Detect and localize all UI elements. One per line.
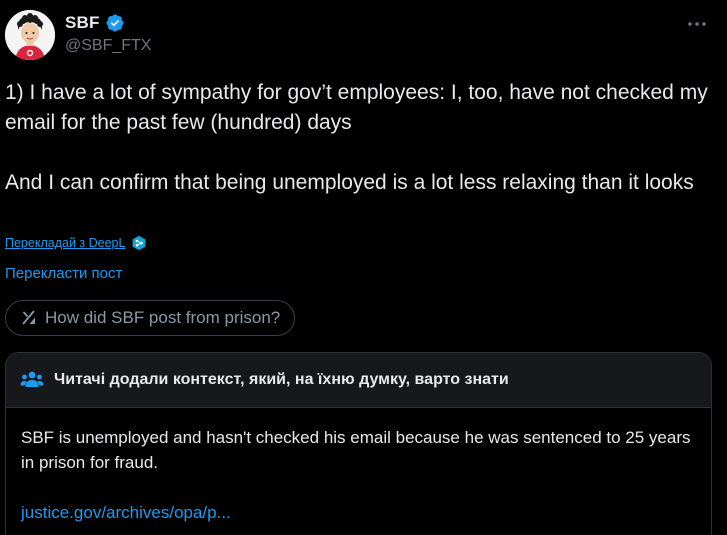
community-note-header: Читачі додали контекст, який, на їхню ду… xyxy=(6,353,711,408)
name-row: SBF xyxy=(65,13,125,33)
post-page: SBF @SBF_FTX 1) I have a lot of sympathy… xyxy=(0,0,727,535)
community-note-title: Читачі додали контекст, який, на їхню ду… xyxy=(54,371,509,388)
grok-question-button[interactable]: How did SBF post from prison? xyxy=(5,300,296,336)
post-paragraph-1: 1) I have a lot of sympathy for gov’t em… xyxy=(5,81,708,134)
people-icon xyxy=(20,371,44,387)
more-dots-icon xyxy=(688,22,706,26)
verified-badge-icon xyxy=(106,14,124,32)
avatar-cartoon-icon xyxy=(5,10,55,60)
community-note-source-link[interactable]: justice.gov/archives/opa/p... xyxy=(21,500,695,525)
community-note: Читачі додали контекст, який, на їхню ду… xyxy=(5,352,712,535)
deepl-translate-row: Перекладай з DeepL xyxy=(5,235,147,251)
user-handle[interactable]: @SBF_FTX xyxy=(65,37,151,55)
post-text: 1) I have a lot of sympathy for gov’t em… xyxy=(5,78,717,198)
grok-question-text: How did SBF post from prison? xyxy=(45,308,281,327)
display-name[interactable]: SBF xyxy=(65,13,100,33)
post-paragraph-2: And I can confirm that being unemployed … xyxy=(5,171,694,194)
translate-post-link[interactable]: Перекласти пост xyxy=(5,265,122,282)
community-note-body: SBF is unemployed and hasn't checked his… xyxy=(6,408,711,525)
community-note-text: SBF is unemployed and hasn't checked his… xyxy=(21,428,691,472)
grok-icon xyxy=(22,310,35,325)
deepl-icon xyxy=(133,235,146,251)
avatar[interactable] xyxy=(5,10,55,60)
deepl-translate-link[interactable]: Перекладай з DeepL xyxy=(5,236,125,250)
more-options-button[interactable] xyxy=(685,12,709,36)
post-header: SBF @SBF_FTX xyxy=(0,0,727,70)
